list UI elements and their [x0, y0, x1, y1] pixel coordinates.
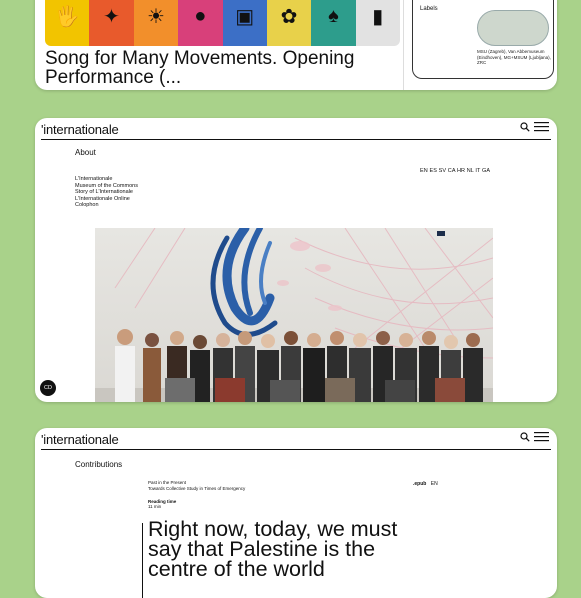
- page-title: Contributions: [75, 460, 123, 469]
- epub-download-link[interactable]: .epub: [413, 481, 426, 487]
- language-switcher[interactable]: EN ES SV CA HR NL IT GA: [420, 168, 490, 174]
- site-logo[interactable]: 'internationale: [41, 122, 119, 137]
- about-page-card: 'internationale About L'Internationale M…: [35, 118, 557, 402]
- cookie-button[interactable]: CD: [40, 380, 56, 396]
- event-headline[interactable]: Song for Many Movements. Opening Perform…: [45, 49, 385, 87]
- event-card[interactable]: 🖐 ✦ ☀ ● ▣ ✿ ♠ ▮ Song for Many Movements.…: [35, 0, 557, 90]
- language-link[interactable]: EN: [431, 481, 438, 487]
- header-divider: [41, 449, 551, 450]
- menu-icon[interactable]: [534, 431, 549, 442]
- site-header: 'internationale: [35, 118, 557, 140]
- site-header: 'internationale: [35, 428, 557, 450]
- header-divider: [41, 139, 551, 140]
- contributions-page-card: 'internationale Contributions Past in th…: [35, 428, 557, 598]
- menu-icon[interactable]: [534, 121, 549, 132]
- related-photo: [477, 10, 549, 46]
- nav-item-colophon[interactable]: Colophon: [75, 202, 138, 209]
- artwork-image: 🖐 ✦ ☀ ● ▣ ✿ ♠ ▮: [45, 0, 400, 46]
- about-nav: L'Internationale Museum of the Commons S…: [75, 176, 138, 209]
- search-icon[interactable]: [520, 431, 530, 442]
- article-title: Right now, today, we must say that Pales…: [148, 517, 398, 581]
- page-title: About: [75, 148, 96, 157]
- search-icon[interactable]: [520, 121, 530, 132]
- related-card[interactable]: Labels MSU (Zagreb), Van Abbemuseum (Ein…: [412, 0, 554, 79]
- nav-item-story[interactable]: Story of L'Internationale: [75, 189, 138, 196]
- related-label: Labels: [420, 6, 438, 12]
- quote-bar: [142, 523, 143, 598]
- format-options: .epub EN: [413, 481, 438, 487]
- series-info: Past in the Present Towards Collective S…: [148, 480, 245, 491]
- series-subtitle[interactable]: Towards Collective Study in Times of Eme…: [148, 486, 245, 492]
- related-caption: MSU (Zagreb), Van Abbemuseum (Eindhoven)…: [477, 49, 551, 65]
- site-logo[interactable]: 'internationale: [41, 432, 119, 447]
- reading-time-value: 11 min: [148, 504, 162, 509]
- divider: [403, 0, 404, 90]
- reading-time: Reading time 11 min: [148, 499, 176, 509]
- group-photo: [95, 228, 493, 402]
